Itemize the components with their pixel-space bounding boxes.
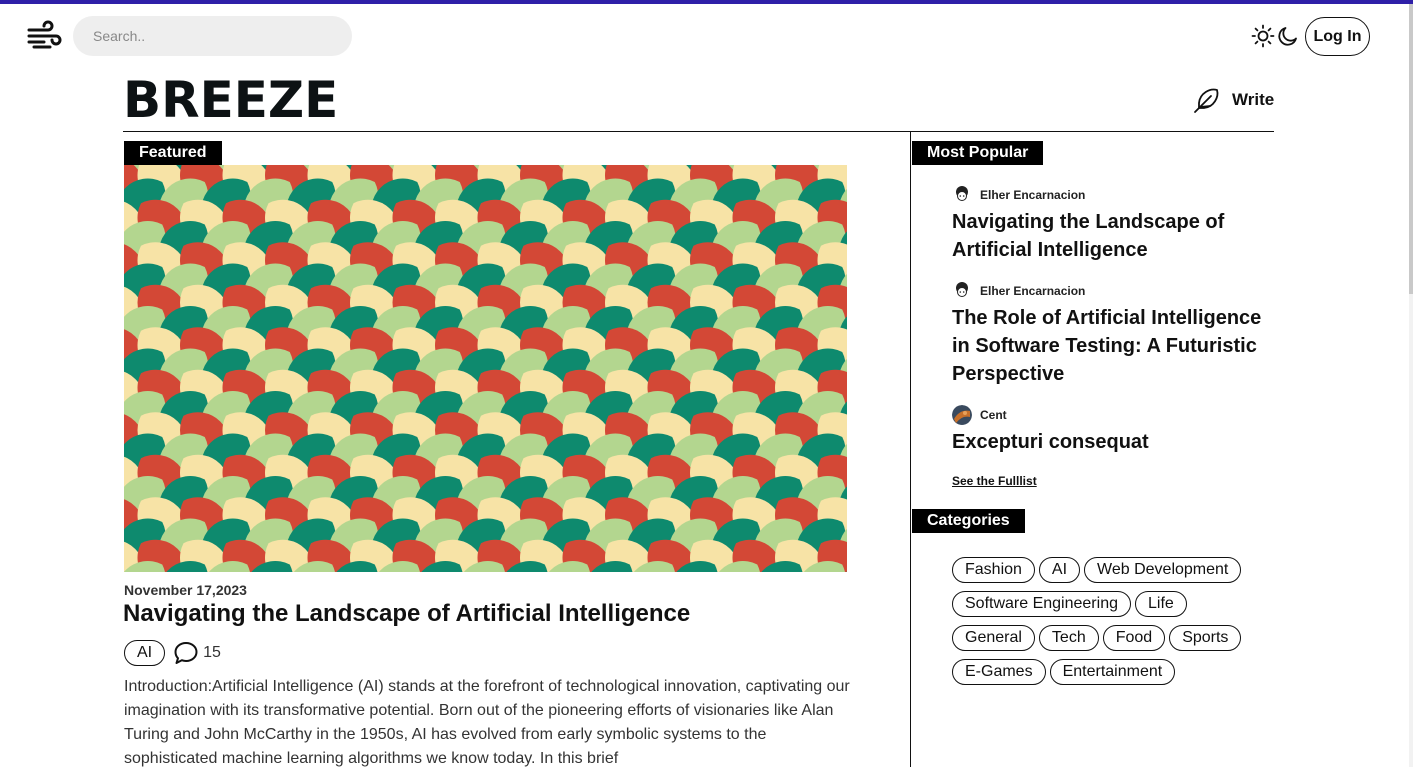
avatar (952, 185, 972, 205)
scrollbar-thumb[interactable] (1409, 4, 1413, 294)
write-label: Write (1232, 90, 1275, 109)
comment-count: 15 (203, 644, 221, 661)
login-button[interactable]: Log In (1305, 17, 1370, 56)
category-fashion[interactable]: Fashion (952, 557, 1035, 583)
feather-icon (1194, 88, 1219, 113)
brand-title[interactable]: BREEZE (123, 72, 338, 128)
header-divider (123, 131, 1274, 132)
category-sports[interactable]: Sports (1169, 625, 1242, 651)
popular-item[interactable]: Elher Encarnacion Navigating the Landsca… (952, 184, 1272, 264)
featured-image[interactable] (124, 165, 847, 572)
sun-icon[interactable] (1251, 24, 1275, 48)
comment-icon[interactable] (173, 640, 199, 666)
featured-excerpt: Introduction:Artificial Intelligence (AI… (124, 678, 850, 767)
wind-logo-icon[interactable] (26, 20, 62, 52)
featured-date: November 17,2023 (124, 582, 247, 598)
top-accent-bar (0, 0, 1413, 4)
sidebar-divider (910, 131, 911, 767)
category-e-games[interactable]: E-Games (952, 659, 1046, 685)
see-full-list-link[interactable]: See the Fulllist (952, 474, 1037, 488)
category-web-development[interactable]: Web Development (1084, 557, 1242, 583)
author-name: Elher Encarnacion (980, 188, 1086, 202)
category-ai[interactable]: AI (1038, 557, 1081, 583)
write-button[interactable]: Write (1192, 84, 1274, 116)
featured-tag[interactable]: AI (124, 640, 166, 666)
category-life[interactable]: Life (1134, 591, 1187, 617)
avatar (952, 281, 972, 301)
popular-title[interactable]: Excepturi consequat (952, 428, 1272, 456)
search-input[interactable] (73, 16, 352, 56)
category-software-engineering[interactable]: Software Engineering (952, 591, 1131, 617)
most-popular-label: Most Popular (912, 141, 1044, 165)
avatar (952, 405, 972, 425)
popular-title[interactable]: Navigating the Landscape of Artificial I… (952, 208, 1272, 264)
category-general[interactable]: General (952, 625, 1035, 651)
category-food[interactable]: Food (1102, 625, 1166, 651)
featured-label: Featured (124, 141, 222, 165)
popular-title[interactable]: The Role of Artificial Intelligence in S… (952, 304, 1272, 388)
moon-icon[interactable] (1276, 24, 1300, 48)
category-tech[interactable]: Tech (1038, 625, 1099, 651)
category-entertainment[interactable]: Entertainment (1049, 659, 1176, 685)
author-name: Cent (980, 408, 1007, 422)
popular-item[interactable]: Elher Encarnacion The Role of Artificial… (952, 280, 1272, 388)
popular-item[interactable]: Cent Excepturi consequat (952, 404, 1272, 456)
categories-label: Categories (912, 509, 1025, 533)
featured-title[interactable]: Navigating the Landscape of Artificial I… (123, 600, 690, 628)
author-name: Elher Encarnacion (980, 284, 1086, 298)
featured-meta: AI 15 (124, 640, 221, 666)
category-list: Fashion AI Web Development Software Engi… (952, 557, 1272, 693)
